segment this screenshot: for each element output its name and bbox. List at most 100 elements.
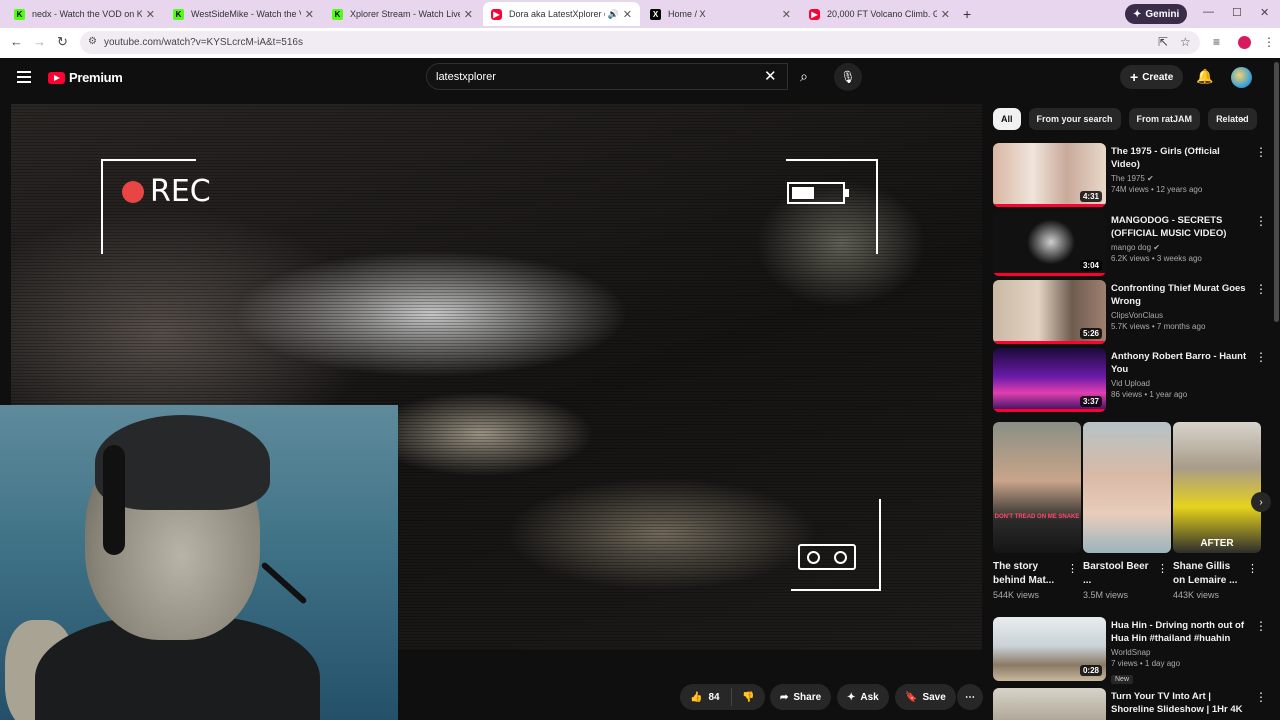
- video-thumbnail[interactable]: [993, 688, 1106, 720]
- video-title[interactable]: Anthony Robert Barro - Haunt You: [1111, 350, 1251, 376]
- more-vertical-icon[interactable]: ⋮: [1255, 690, 1267, 704]
- like-button[interactable]: 👍 84: [680, 688, 732, 706]
- recommended-video[interactable]: 3:04 MANGODOG - SECRETS (OFFICIAL MUSIC …: [993, 212, 1267, 276]
- logo-text: Premium: [69, 70, 123, 85]
- short-title[interactable]: The story behind Mat...: [993, 560, 1065, 588]
- channel-name[interactable]: WorldSnap: [1111, 648, 1251, 657]
- recommended-video[interactable]: 5:26 Confronting Thief Murat Goes Wrong …: [993, 280, 1267, 344]
- dislike-button[interactable]: 👎: [732, 692, 754, 703]
- more-vertical-icon[interactable]: ⋮: [1255, 282, 1267, 296]
- more-vertical-icon[interactable]: ⋮: [1157, 562, 1168, 575]
- chip-all[interactable]: All: [993, 108, 1021, 130]
- menu-icon[interactable]: [17, 71, 31, 86]
- verified-icon: ✔: [1153, 243, 1160, 252]
- forward-icon[interactable]: →: [33, 34, 46, 49]
- more-actions-button[interactable]: ⋯: [957, 684, 983, 710]
- close-icon[interactable]: ✕: [146, 8, 155, 21]
- browser-profile-avatar[interactable]: [1238, 36, 1251, 49]
- more-vertical-icon[interactable]: ⋮: [1247, 562, 1258, 575]
- short-thumbnail[interactable]: AFTER: [1173, 422, 1261, 553]
- notifications-bell-icon[interactable]: 🔔: [1196, 68, 1213, 85]
- browser-tab[interactable]: K nedx - Watch the VOD on Kick ✕: [6, 2, 163, 26]
- short-item[interactable]: AFTER Shane Gillis on Lemaire ... 443K v…: [1173, 422, 1261, 600]
- account-avatar[interactable]: [1231, 67, 1252, 88]
- short-thumbnail[interactable]: DON'T TREAD ON ME SNAKE: [993, 422, 1081, 553]
- more-vertical-icon[interactable]: ⋮: [1255, 350, 1267, 364]
- new-tab-button[interactable]: +: [963, 6, 971, 22]
- watch-progress-bar: [993, 409, 1106, 412]
- short-title[interactable]: Barstool Beer ...: [1083, 560, 1155, 588]
- gemini-label: Gemini: [1145, 8, 1180, 20]
- close-icon[interactable]: ✕: [782, 8, 791, 21]
- browser-menu-icon[interactable]: ⋮: [1263, 35, 1275, 49]
- search-query: latestxplorer: [436, 70, 496, 83]
- kick-icon: K: [332, 8, 343, 20]
- search-input[interactable]: latestxplorer: [426, 63, 788, 90]
- reload-icon[interactable]: ↻: [57, 34, 68, 50]
- bookmark-star-icon[interactable]: ☆: [1180, 35, 1191, 49]
- install-icon[interactable]: ⇱: [1158, 35, 1168, 49]
- maximize-icon[interactable]: ☐: [1232, 6, 1242, 19]
- chip-from-your-search[interactable]: From your search: [1028, 108, 1121, 130]
- recommended-video[interactable]: Turn Your TV Into Art | Shoreline Slides…: [993, 688, 1267, 720]
- create-button[interactable]: + Create: [1120, 65, 1184, 89]
- more-vertical-icon[interactable]: ⋮: [1255, 145, 1267, 159]
- video-title[interactable]: Confronting Thief Murat Goes Wrong: [1111, 282, 1251, 308]
- more-vertical-icon[interactable]: ⋮: [1255, 214, 1267, 228]
- search-button[interactable]: ⌕: [789, 63, 819, 90]
- more-vertical-icon[interactable]: ⋮: [1255, 619, 1267, 633]
- video-thumbnail[interactable]: 5:26: [993, 280, 1106, 344]
- video-thumbnail[interactable]: 3:37: [993, 348, 1106, 412]
- back-icon[interactable]: ←: [10, 34, 23, 49]
- ask-button[interactable]: ✦ Ask: [837, 684, 889, 710]
- share-button[interactable]: ➦ Share: [770, 684, 832, 710]
- browser-tab[interactable]: K WestSideMike - Watch the VOD ✕: [165, 2, 322, 26]
- video-title[interactable]: The 1975 - Girls (Official Video): [1111, 145, 1251, 171]
- short-item[interactable]: Barstool Beer ... 3.5M views ⋮: [1083, 422, 1171, 600]
- close-window-icon[interactable]: ✕: [1260, 6, 1269, 19]
- tab-title: WestSideMike - Watch the VOD: [191, 9, 301, 19]
- short-thumbnail[interactable]: [1083, 422, 1171, 553]
- recommended-video[interactable]: 0:28 Hua Hin - Driving north out of Hua …: [993, 617, 1267, 684]
- chip-from-channel[interactable]: From ratJAM: [1128, 108, 1201, 130]
- scrollbar-thumb[interactable]: [1274, 62, 1279, 322]
- recommended-video[interactable]: 3:37 Anthony Robert Barro - Haunt You Vi…: [993, 348, 1267, 412]
- media-controls-icon[interactable]: ≡: [1213, 35, 1220, 49]
- close-icon[interactable]: ✕: [464, 8, 473, 21]
- channel-name[interactable]: The 1975: [1111, 174, 1145, 183]
- close-icon[interactable]: ✕: [623, 8, 632, 21]
- site-info-icon[interactable]: ⚙: [88, 36, 97, 47]
- gemini-button[interactable]: ✦ Gemini: [1125, 4, 1188, 24]
- chevron-right-icon[interactable]: ›: [1240, 112, 1244, 126]
- channel-name[interactable]: Vid Upload: [1111, 379, 1150, 388]
- channel-name[interactable]: ClipsVonClaus: [1111, 311, 1163, 320]
- youtube-premium-logo[interactable]: Premium: [48, 70, 123, 85]
- video-thumbnail[interactable]: 3:04: [993, 212, 1106, 276]
- short-item[interactable]: DON'T TREAD ON ME SNAKE The story behind…: [993, 422, 1081, 600]
- address-bar[interactable]: ⚙ youtube.com/watch?v=KYSLcrcM-iA&t=516s: [80, 31, 1200, 54]
- close-icon[interactable]: ✕: [941, 8, 950, 21]
- browser-tab[interactable]: X Home / X ✕: [642, 2, 799, 26]
- browser-tab[interactable]: K Xplorer Stream - Watch Live on ✕: [324, 2, 481, 26]
- recommended-video[interactable]: 4:31 The 1975 - Girls (Official Video) T…: [993, 143, 1267, 207]
- video-title[interactable]: Turn Your TV Into Art | Shoreline Slides…: [1111, 690, 1251, 716]
- save-button[interactable]: 🔖 Save: [895, 684, 956, 710]
- video-thumbnail[interactable]: 0:28: [993, 617, 1106, 681]
- video-thumbnail[interactable]: 4:31: [993, 143, 1106, 207]
- save-label: Save: [922, 691, 946, 703]
- close-icon[interactable]: ✕: [305, 8, 314, 21]
- chevron-right-icon[interactable]: ›: [1251, 492, 1271, 512]
- speaker-icon[interactable]: 🔊: [608, 9, 619, 20]
- clear-search-icon[interactable]: ✕: [764, 67, 777, 85]
- voice-search-button[interactable]: 🎙: [834, 63, 862, 91]
- video-title[interactable]: MANGODOG - SECRETS (OFFICIAL MUSIC VIDEO…: [1111, 214, 1251, 240]
- video-duration: 3:37: [1079, 396, 1102, 407]
- browser-tab-active[interactable]: ▶ Dora aka LatestXplorer on 🔊 ✕: [483, 2, 640, 26]
- chip-related[interactable]: Related: [1208, 108, 1257, 130]
- more-vertical-icon[interactable]: ⋮: [1067, 562, 1078, 575]
- minimize-icon[interactable]: —: [1203, 6, 1214, 18]
- browser-tab[interactable]: ▶ 20,000 FT Volcano Climb. GO ✕: [801, 2, 958, 26]
- short-title[interactable]: Shane Gillis on Lemaire ...: [1173, 560, 1245, 588]
- video-title[interactable]: Hua Hin - Driving north out of Hua Hin #…: [1111, 619, 1251, 645]
- channel-name[interactable]: mango dog: [1111, 243, 1151, 252]
